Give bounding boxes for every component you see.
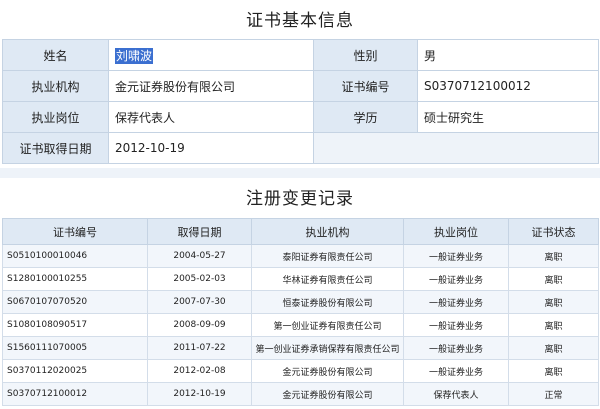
cell-position: 一般证券业务 xyxy=(403,244,509,268)
cell-date: 2005-02-03 xyxy=(147,267,252,291)
table-row: S1280100010255 2005-02-03 华林证券有限责任公司 一般证… xyxy=(2,267,599,291)
cell-cert-no: S1080108090517 xyxy=(2,313,148,337)
history-panel: 注册变更记录 证书编号 取得日期 执业机构 执业岗位 证书状态 S0510100… xyxy=(0,178,600,409)
cell-date: 2012-02-08 xyxy=(147,359,252,383)
table-row: S0370712100012 2012-10-19 金元证券股份有限公司 保荐代… xyxy=(2,382,599,406)
table-row: S0510100010046 2004-05-27 泰阳证券有限责任公司 一般证… xyxy=(2,244,599,268)
table-row: S0670107070520 2007-07-30 恒泰证券股份有限公司 一般证… xyxy=(2,290,599,314)
education-value: 硕士研究生 xyxy=(417,101,599,133)
history-title: 注册变更记录 xyxy=(246,189,354,209)
cell-status: 离职 xyxy=(508,359,599,383)
cell-cert-no: S0370712100012 xyxy=(2,382,148,406)
cell-position: 保荐代表人 xyxy=(403,382,509,406)
name-label: 姓名 xyxy=(2,39,109,71)
cell-org: 泰阳证券有限责任公司 xyxy=(251,244,404,268)
page: 证书基本信息 姓名 刘啸波 性别 男 执业机构 金元证券股份有限公司 证书编号 … xyxy=(0,0,600,409)
cell-cert-no: S0670107070520 xyxy=(2,290,148,314)
org-label: 执业机构 xyxy=(2,70,109,102)
cell-date: 2008-09-09 xyxy=(147,313,252,337)
cell-date: 2004-05-27 xyxy=(147,244,252,268)
col-header-date: 取得日期 xyxy=(147,218,252,245)
cell-status: 离职 xyxy=(508,290,599,314)
cell-date: 2011-07-22 xyxy=(147,336,252,360)
table-row: S1560111070005 2011-07-22 第一创业证券承销保荐有限责任… xyxy=(2,336,599,360)
cell-status: 离职 xyxy=(508,267,599,291)
education-label: 学历 xyxy=(313,101,418,133)
position-value: 保荐代表人 xyxy=(108,101,314,133)
info-row-name: 姓名 刘啸波 性别 男 xyxy=(2,39,599,71)
cell-date: 2012-10-19 xyxy=(147,382,252,406)
cert-no-label: 证书编号 xyxy=(313,70,418,102)
gender-label: 性别 xyxy=(313,39,418,71)
info-row-date: 证书取得日期 2012-10-19 xyxy=(2,132,599,164)
cell-position: 一般证券业务 xyxy=(403,267,509,291)
obtain-date-label: 证书取得日期 xyxy=(2,132,109,164)
cell-status: 离职 xyxy=(508,313,599,337)
basic-info-title: 证书基本信息 xyxy=(246,11,354,31)
col-header-position: 执业岗位 xyxy=(403,218,509,245)
cell-status: 离职 xyxy=(508,244,599,268)
history-header-row: 证书编号 取得日期 执业机构 执业岗位 证书状态 xyxy=(2,218,599,245)
col-header-org: 执业机构 xyxy=(251,218,404,245)
cell-cert-no: S0510100010046 xyxy=(2,244,148,268)
cell-org: 华林证券有限责任公司 xyxy=(251,267,404,291)
table-row: S0370112020025 2012-02-08 金元证券股份有限公司 一般证… xyxy=(2,359,599,383)
info-row-org: 执业机构 金元证券股份有限公司 证书编号 S0370712100012 xyxy=(2,70,599,102)
cell-position: 一般证券业务 xyxy=(403,290,509,314)
cell-cert-no: S0370112020025 xyxy=(2,359,148,383)
cell-org: 金元证券股份有限公司 xyxy=(251,382,404,406)
empty-cell xyxy=(313,132,599,164)
cell-status: 正常 xyxy=(508,382,599,406)
cell-position: 一般证券业务 xyxy=(403,336,509,360)
cell-status: 离职 xyxy=(508,336,599,360)
table-row: S1080108090517 2008-09-09 第一创业证券有限责任公司 一… xyxy=(2,313,599,337)
cell-org: 第一创业证券有限责任公司 xyxy=(251,313,404,337)
cell-org: 金元证券股份有限公司 xyxy=(251,359,404,383)
name-value[interactable]: 刘啸波 xyxy=(115,47,154,64)
cell-position: 一般证券业务 xyxy=(403,359,509,383)
cell-cert-no: S1560111070005 xyxy=(2,336,148,360)
basic-info-table: 姓名 刘啸波 性别 男 执业机构 金元证券股份有限公司 证书编号 S037071… xyxy=(2,39,599,164)
cell-org: 恒泰证券股份有限公司 xyxy=(251,290,404,314)
cert-no-value: S0370712100012 xyxy=(417,70,599,102)
col-header-status: 证书状态 xyxy=(508,218,599,245)
obtain-date-value: 2012-10-19 xyxy=(108,132,314,164)
cell-org: 第一创业证券承销保荐有限责任公司 xyxy=(251,336,404,360)
cell-date: 2007-07-30 xyxy=(147,290,252,314)
info-row-position: 执业岗位 保荐代表人 学历 硕士研究生 xyxy=(2,101,599,133)
cell-cert-no: S1280100010255 xyxy=(2,267,148,291)
gender-value: 男 xyxy=(417,39,599,71)
position-label: 执业岗位 xyxy=(2,101,109,133)
basic-info-panel: 证书基本信息 姓名 刘啸波 性别 男 执业机构 金元证券股份有限公司 证书编号 … xyxy=(0,0,600,168)
cell-position: 一般证券业务 xyxy=(403,313,509,337)
history-table: 证书编号 取得日期 执业机构 执业岗位 证书状态 S0510100010046 … xyxy=(2,218,599,406)
col-header-cert-no: 证书编号 xyxy=(2,218,148,245)
name-value-cell: 刘啸波 xyxy=(108,39,314,71)
org-value: 金元证券股份有限公司 xyxy=(108,70,314,102)
